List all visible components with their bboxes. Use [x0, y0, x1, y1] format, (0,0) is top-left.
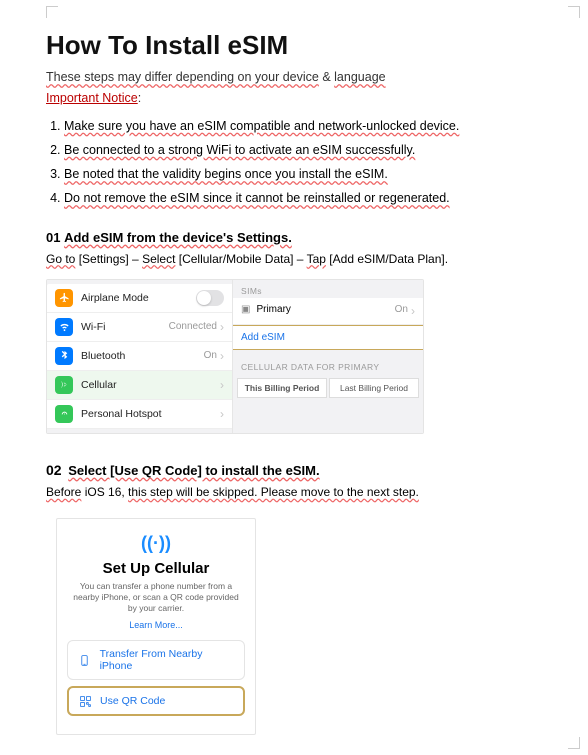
intro-line-1: These steps may differ depending on your…	[46, 67, 542, 88]
settings-label: Personal Hotspot	[81, 408, 162, 420]
tab-last-billing[interactable]: Last Billing Period	[329, 378, 419, 398]
chevron-right-icon: ›	[220, 349, 224, 363]
setup-cellular-desc: You can transfer a phone number from a n…	[67, 581, 245, 614]
primary-status: On	[395, 304, 408, 318]
settings-row-bluetooth[interactable]: Bluetooth On ›	[47, 342, 232, 371]
hotspot-icon	[55, 405, 73, 423]
option-use-qr-code[interactable]: Use QR Code	[67, 686, 245, 716]
wifi-status: Connected	[169, 321, 217, 332]
page-title: How To Install eSIM	[46, 30, 542, 61]
settings-label: Airplane Mode	[81, 292, 149, 304]
screenshot-settings: Airplane Mode Wi-Fi Connected › Bluetoot…	[46, 279, 424, 434]
chevron-right-icon: ›	[220, 407, 224, 421]
settings-row-wifi[interactable]: Wi-Fi Connected ›	[47, 313, 232, 342]
notice-item: Be noted that the validity begins once y…	[64, 164, 542, 185]
phone-icon	[78, 653, 92, 667]
add-esim-row[interactable]: Add eSIM	[233, 325, 423, 350]
notice-text: Do not remove the eSIM since it cannot b…	[64, 191, 450, 205]
settings-row-hotspot[interactable]: Personal Hotspot ›	[47, 400, 232, 429]
option-label: Use QR Code	[100, 695, 165, 707]
sub-part: Select	[142, 252, 175, 266]
doc-corner-marker-tl	[46, 6, 58, 18]
chevron-right-icon: ›	[220, 320, 224, 334]
notice-text: Be noted that the validity begins once y…	[64, 167, 388, 181]
sub-part: [Settings] –	[75, 252, 142, 266]
qr-icon	[78, 694, 92, 708]
primary-label: Primary	[256, 304, 290, 318]
add-esim-label: Add eSIM	[241, 332, 285, 343]
important-notice-line: Important Notice:	[46, 88, 542, 109]
sub-part: [Cellular/Mobile Data] –	[175, 252, 306, 266]
sub-part: Go to	[46, 252, 75, 266]
notice-item: Make sure you have an eSIM compatible an…	[64, 116, 542, 137]
step-01-heading: 01 Add eSIM from the device's Settings.	[46, 230, 542, 245]
sims-header: SIMs	[233, 280, 423, 298]
option-label: Transfer From Nearby iPhone	[100, 648, 234, 672]
cellular-icon	[55, 376, 73, 394]
step-02-title: Select [Use QR Code] to install the eSIM…	[68, 463, 319, 478]
screenshot-setup-cellular: ((·)) Set Up Cellular You can transfer a…	[56, 518, 256, 735]
step-01-title: Add eSIM from the device's Settings.	[64, 230, 292, 245]
option-transfer-nearby[interactable]: Transfer From Nearby iPhone	[67, 640, 245, 680]
important-notice-label: Important Notice	[46, 91, 138, 105]
intro-amp: &	[319, 70, 334, 84]
settings-label: Bluetooth	[81, 350, 125, 362]
sub-part: this step will be skipped. Please move t…	[128, 485, 419, 499]
doc-corner-marker-tr	[568, 6, 580, 18]
notice-text: Make sure you have an eSIM compatible an…	[64, 119, 459, 133]
intro-text-a: These steps may differ depending on your…	[46, 70, 319, 84]
step-02-subtext: Before iOS 16, this step will be skipped…	[46, 482, 542, 502]
chevron-right-icon: ›	[220, 378, 224, 392]
wifi-icon	[55, 318, 73, 336]
tab-this-billing[interactable]: This Billing Period	[237, 378, 327, 398]
settings-row-airplane[interactable]: Airplane Mode	[47, 284, 232, 313]
notice-item: Do not remove the eSIM since it cannot b…	[64, 188, 542, 209]
step-02-number: 02	[46, 462, 62, 478]
step-01-subtext: Go to [Settings] – Select [Cellular/Mobi…	[46, 249, 542, 269]
setup-cellular-title: Set Up Cellular	[67, 560, 245, 577]
step-01-number: 01	[46, 230, 60, 245]
settings-label: Wi-Fi	[81, 321, 106, 333]
settings-row-cellular[interactable]: Cellular ›	[47, 371, 232, 400]
sub-part: Tap	[307, 252, 326, 266]
settings-left-pane: Airplane Mode Wi-Fi Connected › Bluetoot…	[47, 280, 233, 433]
learn-more-link[interactable]: Learn More...	[67, 620, 245, 630]
primary-sim-row[interactable]: ▣ Primary On ›	[233, 298, 423, 325]
sub-part: iOS 16,	[81, 485, 128, 499]
notice-item: Be connected to a strong WiFi to activat…	[64, 140, 542, 161]
antenna-icon: ((·))	[67, 533, 245, 554]
notice-list: Make sure you have an eSIM compatible an…	[46, 116, 542, 210]
bluetooth-status: On	[204, 350, 217, 361]
airplane-toggle[interactable]	[196, 290, 224, 306]
notice-text: Be connected to a strong WiFi to activat…	[64, 143, 415, 157]
doc-corner-marker-br	[568, 737, 580, 749]
sub-part: Before	[46, 485, 81, 499]
chevron-right-icon: ›	[411, 304, 415, 318]
document-page: How To Install eSIM These steps may diff…	[0, 0, 588, 755]
cellular-data-header: CELLULAR DATA FOR PRIMARY	[233, 356, 423, 374]
settings-label: Cellular	[81, 379, 117, 391]
intro-text-b: language	[334, 70, 385, 84]
sub-part: [Add eSIM/Data Plan]	[326, 252, 445, 266]
airplane-icon	[55, 289, 73, 307]
settings-right-pane: SIMs ▣ Primary On › Add eSIM CELLULAR DA…	[233, 280, 423, 433]
step-02-heading: 02 Select [Use QR Code] to install the e…	[46, 462, 542, 478]
billing-tabs: This Billing Period Last Billing Period	[233, 374, 423, 404]
important-notice-colon: :	[138, 91, 141, 105]
bluetooth-icon	[55, 347, 73, 365]
